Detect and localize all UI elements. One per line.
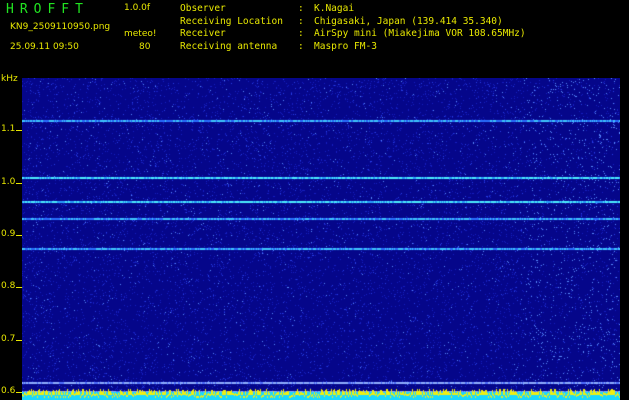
info-row-observer: Observer: K.Nagai — [180, 3, 355, 14]
y-tick-label: 0.6 — [1, 386, 16, 397]
y-axis: 1.1 1.0 0.9 0.8 0.7 0.6 — [0, 78, 22, 400]
datetime-label: 25.09.11 09:50 — [10, 42, 79, 52]
version-label: 1.0.0f — [124, 3, 151, 13]
app-title: HROFFT — [6, 2, 89, 17]
spectrogram[interactable] — [22, 78, 620, 400]
info-row-location: Receiving Location: Chigasaki, Japan (139… — [180, 15, 503, 27]
right-margin — [620, 78, 629, 400]
y-tick-label: 1.1 — [1, 124, 16, 135]
filename-label: KN9_2509110950.png — [10, 22, 111, 32]
info-row-antenna: Receiving antenna: Maspro FM-3 — [180, 40, 377, 52]
y-tick-label: 1.0 — [1, 176, 16, 187]
spectrogram-canvas — [22, 78, 620, 400]
y-tick-label: 0.8 — [1, 281, 16, 292]
y-tick-label: 0.7 — [1, 333, 16, 344]
info-row-receiver: Receiver: AirSpy mini (Miakejima VOR 108.… — [180, 28, 526, 39]
count-label: 80 — [139, 42, 151, 52]
header-panel: HROFFT 1.0.0f KN9_2509110950.png meteo! … — [0, 0, 629, 76]
station-info: Observer: K.Nagai Receiving Location: Chig… — [180, 3, 526, 53]
y-tick-label: 0.9 — [1, 229, 16, 240]
meteo-label: meteo! — [124, 29, 157, 39]
